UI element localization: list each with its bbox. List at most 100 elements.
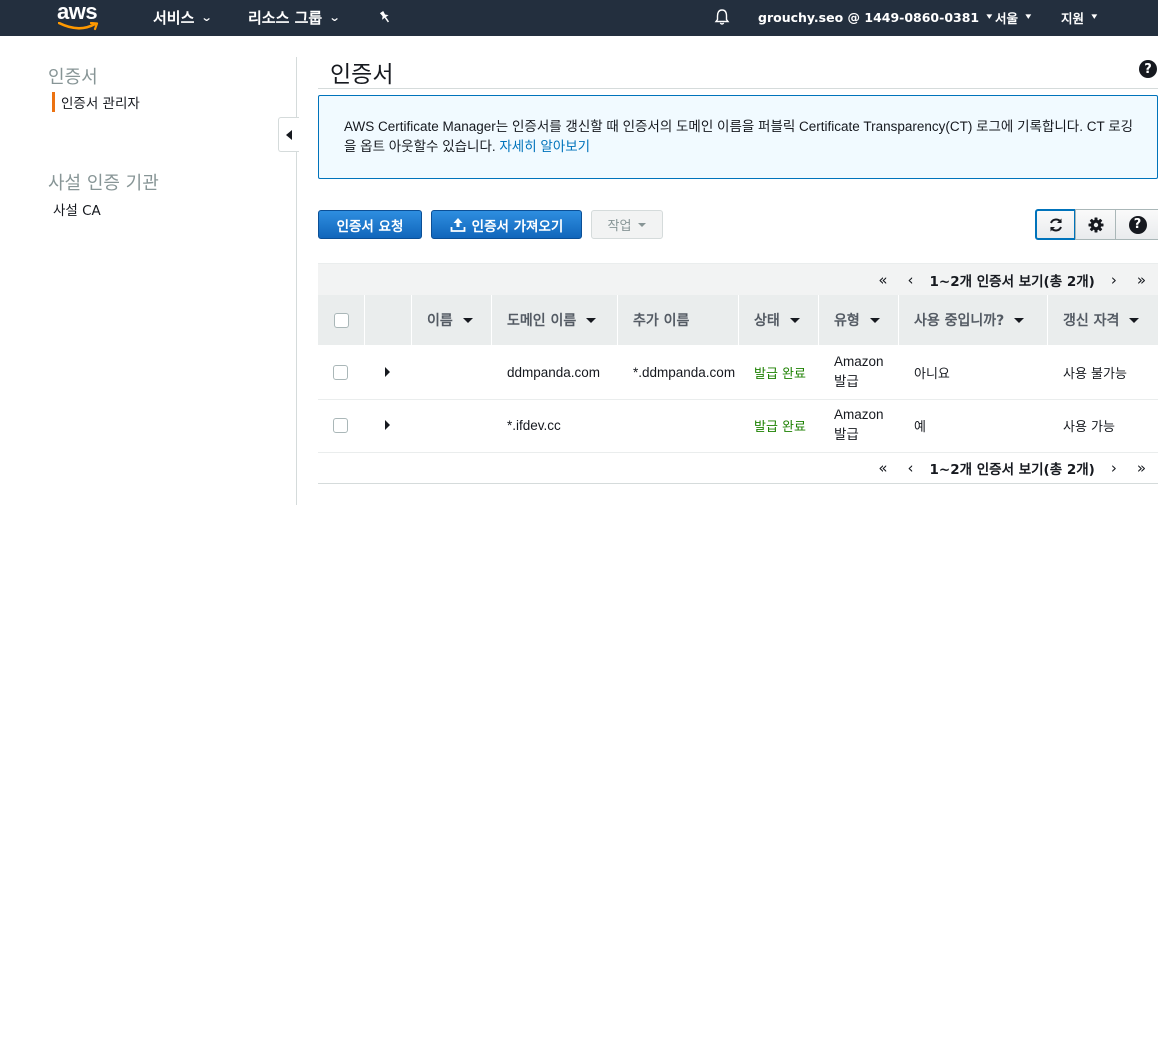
bell-icon (714, 9, 730, 25)
support-menu[interactable]: 지원 ▾ (1061, 0, 1097, 34)
refresh-button[interactable] (1035, 209, 1076, 240)
sidebar-collapse-button[interactable] (278, 117, 299, 152)
sidebar-section-private-ca-title: 사설 인증 기관 (48, 173, 159, 194)
caret-right-icon[interactable] (385, 420, 390, 430)
select-all-cell (318, 295, 365, 345)
chevron-down-icon: ⌄ (328, 10, 341, 24)
resource-groups-menu[interactable]: 리소스 그룹 ⌄ (248, 0, 341, 34)
info-text-container: AWS Certificate Manager는 인증서를 갱신할 때 인증서의… (344, 117, 1134, 157)
column-label: 추가 이름 (633, 313, 690, 329)
page-title: 인증서 (330, 62, 394, 88)
gear-icon (1088, 217, 1103, 232)
column-label: 상태 (754, 313, 780, 329)
column-label: 갱신 자격 (1063, 313, 1120, 329)
request-certificate-label: 인증서 요청 (336, 218, 404, 235)
account-menu[interactable]: grouchy.seo @ 1449-0860-0381 ▾ (758, 0, 992, 34)
prev-page-icon[interactable]: ‹ (908, 459, 914, 477)
first-page-icon[interactable]: « (878, 459, 887, 477)
pagination: « ‹ 1~2개 인증서 보기(총 2개) › » (868, 452, 1148, 483)
first-page-icon[interactable]: « (878, 271, 887, 289)
support-label: 지원 (1061, 10, 1085, 26)
table-row[interactable]: *.ifdev.cc 발급 완료 Amazon 발급 예 사용 가능 (318, 399, 1158, 453)
account-label: grouchy.seo @ 1449-0860-0381 (758, 9, 980, 25)
actions-label: 작업 (607, 219, 632, 234)
aws-smile-icon (58, 22, 99, 31)
column-header-status[interactable]: 상태 (739, 295, 819, 345)
last-page-icon[interactable]: » (1137, 459, 1146, 477)
table-row[interactable]: ddmpanda.com *.ddmpanda.com 발급 완료 Amazon… (318, 346, 1158, 400)
cell-type: Amazon 발급 (834, 354, 884, 389)
request-certificate-button[interactable]: 인증서 요청 (318, 210, 422, 239)
table-pager-top: « ‹ 1~2개 인증서 보기(총 2개) › » (318, 263, 1158, 296)
sidebar-item-certificate-manager[interactable]: 인증서 관리자 (52, 92, 140, 112)
column-header-type[interactable]: 유형 (819, 295, 899, 345)
chevron-down-icon: ▾ (986, 12, 993, 22)
prev-page-icon[interactable]: ‹ (908, 271, 914, 289)
pagination-info: 1~2개 인증서 보기(총 2개) (929, 274, 1095, 290)
sort-caret-icon (1014, 317, 1025, 323)
help-icon: ? (1128, 215, 1147, 234)
pin-button[interactable] (378, 0, 392, 34)
top-navigation-bar: aws 서비스 ⌄ 리소스 그룹 ⌄ grouchy.seo @ 1449-08… (0, 0, 1158, 36)
caret-right-icon[interactable] (385, 367, 390, 377)
help-icon[interactable]: ? (1139, 60, 1157, 78)
sort-caret-icon (789, 317, 800, 323)
cell-renewal: 사용 불가능 (1063, 366, 1127, 382)
services-menu[interactable]: 서비스 ⌄ (153, 0, 214, 34)
ct-logging-info-box: AWS Certificate Manager는 인증서를 갱신할 때 인증서의… (318, 95, 1158, 179)
cell-domain: *.ifdev.cc (507, 417, 561, 433)
expand-column-header (365, 295, 412, 345)
notifications-button[interactable] (713, 0, 731, 34)
select-all-checkbox[interactable] (333, 312, 349, 328)
chevron-down-icon: ▾ (1091, 12, 1098, 22)
sort-caret-icon (462, 317, 473, 323)
info-text: AWS Certificate Manager는 인증서를 갱신할 때 인증서의… (344, 119, 1134, 154)
settings-button[interactable] (1075, 209, 1116, 240)
cell-status: 발급 완료 (754, 419, 806, 435)
aws-logo[interactable]: aws (57, 0, 101, 32)
learn-more-link[interactable]: 자세히 알아보기 (499, 139, 590, 154)
cell-renewal: 사용 가능 (1063, 419, 1115, 435)
cell-type: Amazon 발급 (834, 407, 884, 442)
actions-dropdown-button[interactable]: 작업 (591, 210, 663, 239)
row-checkbox[interactable] (333, 417, 348, 433)
column-header-additional-names: 추가 이름 (618, 295, 739, 345)
caret-left-icon (286, 129, 292, 140)
import-certificate-button[interactable]: 인증서 가져오기 (431, 210, 582, 239)
cell-in-use: 예 (914, 419, 926, 435)
column-label: 도메인 이름 (507, 313, 577, 329)
row-checkbox[interactable] (333, 364, 348, 380)
pagination-info: 1~2개 인증서 보기(총 2개) (929, 461, 1095, 478)
services-label: 서비스 (153, 8, 195, 27)
import-certificate-label: 인증서 가져오기 (471, 218, 564, 235)
resource-groups-label: 리소스 그룹 (248, 8, 323, 27)
column-header-domain[interactable]: 도메인 이름 (492, 295, 618, 345)
region-menu[interactable]: 서울 ▾ (995, 0, 1031, 34)
row-select-cell (333, 399, 348, 451)
caret-down-icon (638, 222, 647, 227)
column-header-renewal[interactable]: 갱신 자격 (1048, 295, 1158, 345)
sort-caret-icon (586, 317, 597, 323)
row-expand-cell (385, 346, 390, 398)
column-header-name[interactable]: 이름 (412, 295, 492, 345)
column-label: 사용 중입니까? (914, 313, 1005, 329)
title-divider (318, 88, 1158, 89)
last-page-icon[interactable]: » (1137, 271, 1146, 289)
table-help-button[interactable]: ? (1115, 209, 1158, 240)
pagination: « ‹ 1~2개 인증서 보기(총 2개) › » (868, 264, 1148, 296)
column-label: 이름 (427, 313, 453, 329)
sort-caret-icon (869, 317, 880, 323)
region-label: 서울 (995, 10, 1019, 26)
column-header-in-use[interactable]: 사용 중입니까? (899, 295, 1048, 345)
sidebar-item-private-ca[interactable]: 사설 CA (53, 199, 101, 219)
next-page-icon[interactable]: › (1111, 459, 1117, 477)
pin-icon (379, 10, 390, 23)
sort-caret-icon (1129, 317, 1140, 323)
chevron-down-icon: ▾ (1025, 12, 1032, 22)
row-select-cell (333, 346, 348, 398)
chevron-down-icon: ⌄ (201, 10, 214, 24)
cell-additional-names: *.ddmpanda.com (633, 364, 736, 380)
next-page-icon[interactable]: › (1111, 271, 1117, 289)
upload-icon (450, 218, 466, 232)
cell-in-use: 아니요 (914, 366, 950, 382)
